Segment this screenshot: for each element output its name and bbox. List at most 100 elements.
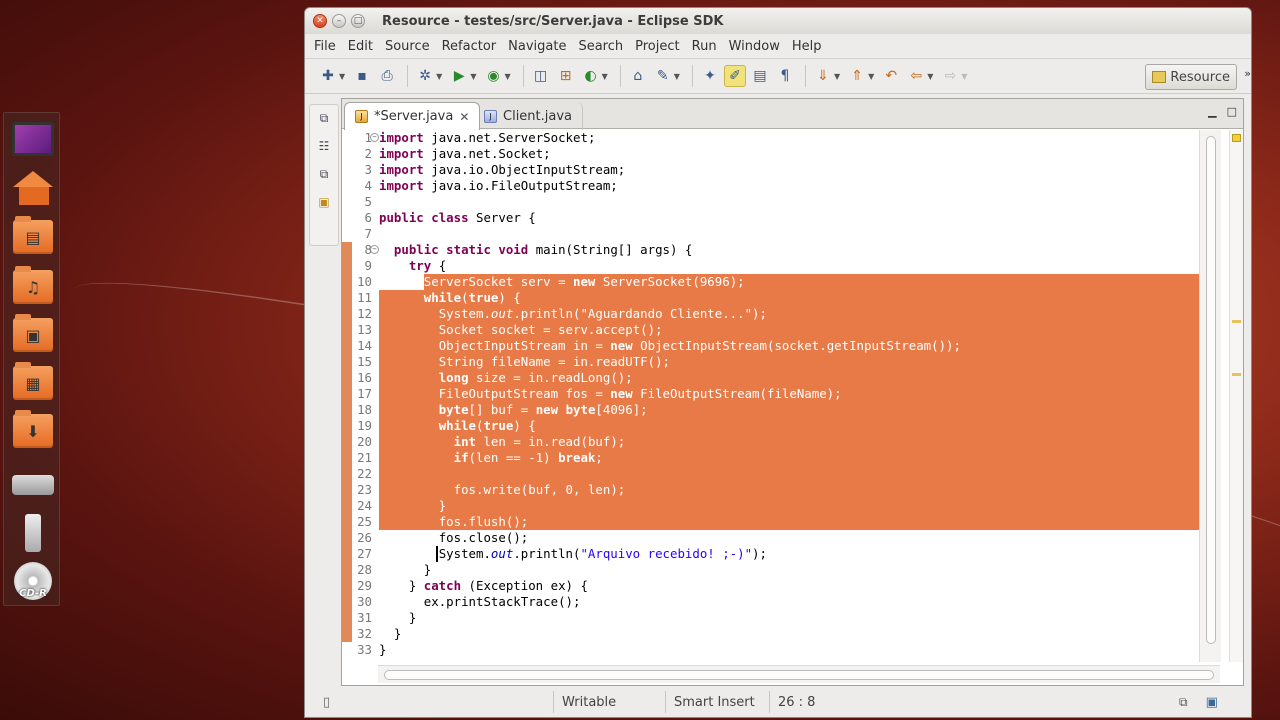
- code-line[interactable]: }: [379, 498, 446, 514]
- open-type-icon[interactable]: ⌂: [627, 65, 649, 87]
- code-line[interactable]: Socket socket = serv.accept();: [379, 322, 663, 338]
- home-folder-icon[interactable]: [10, 165, 56, 209]
- show-whitespace-icon[interactable]: ¶: [774, 65, 796, 87]
- menu-help[interactable]: Help: [787, 39, 827, 54]
- annotation-marker[interactable]: [1232, 320, 1241, 323]
- usb-drive-icon[interactable]: [10, 511, 56, 555]
- new-class-dropdown-icon[interactable]: ▼: [602, 72, 608, 81]
- hard-drive-icon[interactable]: [10, 463, 56, 507]
- code-line[interactable]: }: [379, 626, 401, 642]
- code-line[interactable]: while(true) {: [379, 290, 521, 306]
- code-line[interactable]: if(len == -1) break;: [379, 450, 603, 466]
- menu-window[interactable]: Window: [724, 39, 785, 54]
- back-icon[interactable]: ⇦: [905, 65, 927, 87]
- workspace-switcher-icon[interactable]: [10, 117, 56, 161]
- cd-r-icon[interactable]: CD-R: [10, 559, 56, 603]
- code-line[interactable]: }: [379, 610, 416, 626]
- restore-icon[interactable]: ⧉: [1179, 695, 1188, 710]
- maximize-view-icon[interactable]: □: [1227, 105, 1237, 118]
- new-java-project-icon[interactable]: ◫: [530, 65, 552, 87]
- music-folder-icon[interactable]: ♫: [10, 265, 56, 309]
- menu-navigate[interactable]: Navigate: [503, 39, 571, 54]
- vertical-scrollbar[interactable]: [1199, 130, 1221, 662]
- code-line[interactable]: FileOutputStream fos = new FileOutputStr…: [379, 386, 842, 402]
- new-package-icon[interactable]: ⊞: [555, 65, 577, 87]
- resource-perspective-button[interactable]: Resource: [1145, 64, 1237, 90]
- save-icon[interactable]: ▪: [351, 65, 373, 87]
- new-dropdown-icon[interactable]: ▼: [339, 72, 345, 81]
- next-annotation-dropdown-icon[interactable]: ▼: [834, 72, 840, 81]
- code-line[interactable]: }: [379, 642, 386, 658]
- close-tab-icon[interactable]: ✕: [459, 110, 469, 124]
- code-line[interactable]: fos.write(buf, 0, len);: [379, 482, 626, 498]
- code-line[interactable]: } catch (Exception ex) {: [379, 578, 588, 594]
- code-line[interactable]: byte[] buf = new byte[4096];: [379, 402, 648, 418]
- code-line[interactable]: while(true) {: [379, 418, 536, 434]
- code-line[interactable]: System.out.println("Arquivo recebido! ;-…: [379, 546, 767, 562]
- horizontal-scrollbar[interactable]: [378, 665, 1220, 683]
- fast-view-icon[interactable]: ▯: [323, 695, 553, 710]
- run-icon[interactable]: ▶: [448, 65, 470, 87]
- previous-annotation-dropdown-icon[interactable]: ▼: [868, 72, 874, 81]
- restore-icon[interactable]: ⧉: [313, 111, 335, 129]
- vertical-scroll-thumb[interactable]: [1206, 136, 1216, 644]
- tab-server-java[interactable]: J *Server.java ✕: [344, 102, 481, 130]
- code-line[interactable]: import java.io.FileOutputStream;: [379, 178, 618, 194]
- overview-ruler[interactable]: [1229, 130, 1243, 662]
- code-line[interactable]: ex.printStackTrace();: [379, 594, 581, 610]
- tab-client-java[interactable]: J Client.java: [474, 102, 584, 130]
- code-line[interactable]: }: [379, 562, 431, 578]
- pictures-folder-icon[interactable]: ▣: [10, 313, 56, 357]
- menu-refactor[interactable]: Refactor: [437, 39, 502, 54]
- close-icon[interactable]: ✕: [313, 14, 327, 28]
- code-line[interactable]: import java.net.Socket;: [379, 146, 551, 162]
- code-line[interactable]: import java.net.ServerSocket;: [379, 130, 595, 146]
- menu-source[interactable]: Source: [380, 39, 435, 54]
- debug-icon[interactable]: ✲: [414, 65, 436, 87]
- package-explorer-icon[interactable]: ☷: [313, 139, 335, 157]
- code-line[interactable]: ServerSocket serv = new ServerSocket(969…: [379, 274, 745, 290]
- chevron-more-icon[interactable]: »: [1244, 67, 1251, 80]
- new-class-icon[interactable]: ◐: [580, 65, 602, 87]
- code-line[interactable]: System.out.println("Aguardando Cliente..…: [379, 306, 767, 322]
- code-line[interactable]: String fileName = in.readUTF();: [379, 354, 670, 370]
- console-view-icon[interactable]: ▣: [1206, 695, 1218, 710]
- annotation-marker[interactable]: [1232, 373, 1241, 376]
- next-annotation-icon[interactable]: ⇓: [812, 65, 834, 87]
- print-icon[interactable]: ⎙: [376, 65, 398, 87]
- run-dropdown-icon[interactable]: ▼: [470, 72, 476, 81]
- menu-edit[interactable]: Edit: [343, 39, 378, 54]
- maximize-icon[interactable]: □: [351, 14, 365, 28]
- code-line[interactable]: int len = in.read(buf);: [379, 434, 626, 450]
- code-line[interactable]: try {: [379, 258, 446, 274]
- restore-icon[interactable]: ⧉: [313, 167, 335, 185]
- videos-folder-icon[interactable]: ▦: [10, 361, 56, 405]
- forward-dropdown-icon[interactable]: ▼: [961, 72, 967, 81]
- forward-icon[interactable]: ⇨: [939, 65, 961, 87]
- code-line[interactable]: fos.close();: [379, 530, 529, 546]
- code-line[interactable]: public class Server {: [379, 210, 536, 226]
- menu-file[interactable]: File: [309, 39, 341, 54]
- outline-icon[interactable]: ▣: [313, 195, 335, 213]
- external-tools-dropdown-icon[interactable]: ▼: [504, 72, 510, 81]
- fold-toggle-icon[interactable]: −: [370, 245, 379, 254]
- title-bar[interactable]: ✕ – □ Resource - testes/src/Server.java …: [305, 8, 1251, 34]
- documents-folder-icon[interactable]: ▤: [10, 215, 56, 259]
- debug-dropdown-icon[interactable]: ▼: [436, 72, 442, 81]
- toggle-highlight-icon[interactable]: ✐: [723, 65, 746, 87]
- code-line[interactable]: import java.io.ObjectInputStream;: [379, 162, 625, 178]
- toggle-mark-occurrences-icon[interactable]: ✦: [699, 65, 721, 87]
- minimize-view-icon[interactable]: ▁: [1208, 105, 1216, 118]
- minimize-icon[interactable]: –: [332, 14, 346, 28]
- last-edit-location-icon[interactable]: ↶: [880, 65, 902, 87]
- external-tools-icon[interactable]: ◉: [482, 65, 504, 87]
- search-dropdown-icon[interactable]: ▼: [674, 72, 680, 81]
- search-icon[interactable]: ✎: [652, 65, 674, 87]
- menu-project[interactable]: Project: [630, 39, 684, 54]
- warning-marker-icon[interactable]: [1232, 134, 1241, 142]
- code-line[interactable]: long size = in.readLong();: [379, 370, 633, 386]
- code-line[interactable]: public static void main(String[] args) {: [379, 242, 692, 258]
- back-dropdown-icon[interactable]: ▼: [927, 72, 933, 81]
- code-area[interactable]: 1− import java.net.ServerSocket; 2 import j…: [342, 130, 1221, 662]
- horizontal-scroll-thumb[interactable]: [384, 670, 1214, 680]
